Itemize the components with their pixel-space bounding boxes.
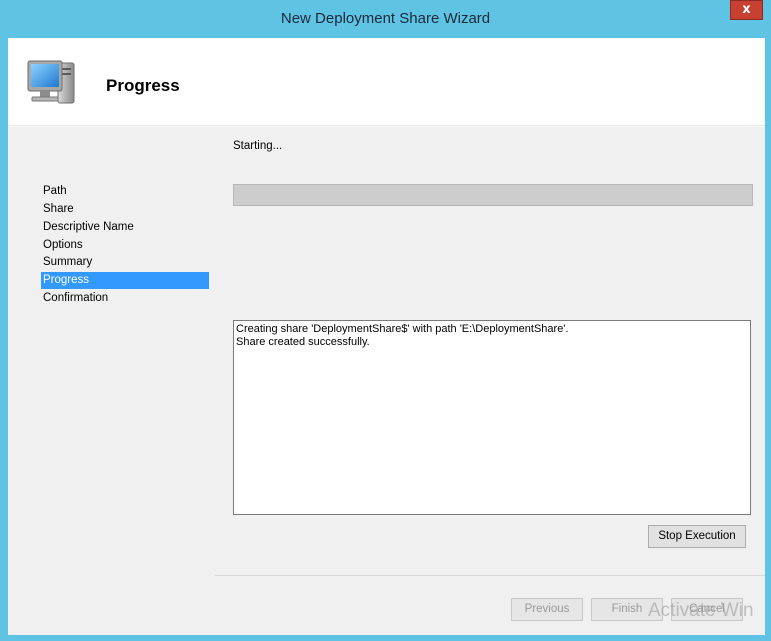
close-button[interactable]: x [730,0,763,20]
log-line: Share created successfully. [236,336,370,348]
finish-button[interactable]: Finish [591,598,663,621]
sidebar-item-progress: Progress [41,272,209,289]
wizard-header: Progress [8,38,765,126]
wizard-window: New Deployment Share Wizard x Progress P… [0,0,771,641]
log-line: Creating share 'DeploymentShare$' with p… [236,323,569,335]
sidebar-item-share: Share [43,203,74,215]
log-output[interactable]: Creating share 'DeploymentShare$' with p… [233,320,751,515]
cancel-button[interactable]: Cancel [671,598,743,621]
stop-execution-button[interactable]: Stop Execution [648,525,746,548]
title-bar[interactable]: New Deployment Share Wizard x [0,0,771,38]
sidebar-item-path: Path [43,185,67,197]
page-title: Progress [106,76,180,95]
computer-icon [24,55,80,111]
sidebar-item-descriptive-name: Descriptive Name [43,221,134,233]
window-title: New Deployment Share Wizard [280,10,491,27]
previous-button[interactable]: Previous [511,598,583,621]
sidebar-item-confirmation: Confirmation [43,292,109,304]
wizard-content: Starting... Creating share 'DeploymentSh… [215,127,765,635]
progress-bar [233,184,753,206]
wizard-steps-sidebar: Path Share Descriptive Name Options Summ… [8,127,215,635]
footer-divider [215,575,765,576]
wizard-client-area: Progress Path Share Descriptive Name Opt… [8,38,765,635]
sidebar-item-options: Options [43,239,83,251]
status-text: Starting... [233,140,283,152]
sidebar-item-summary: Summary [43,256,93,268]
